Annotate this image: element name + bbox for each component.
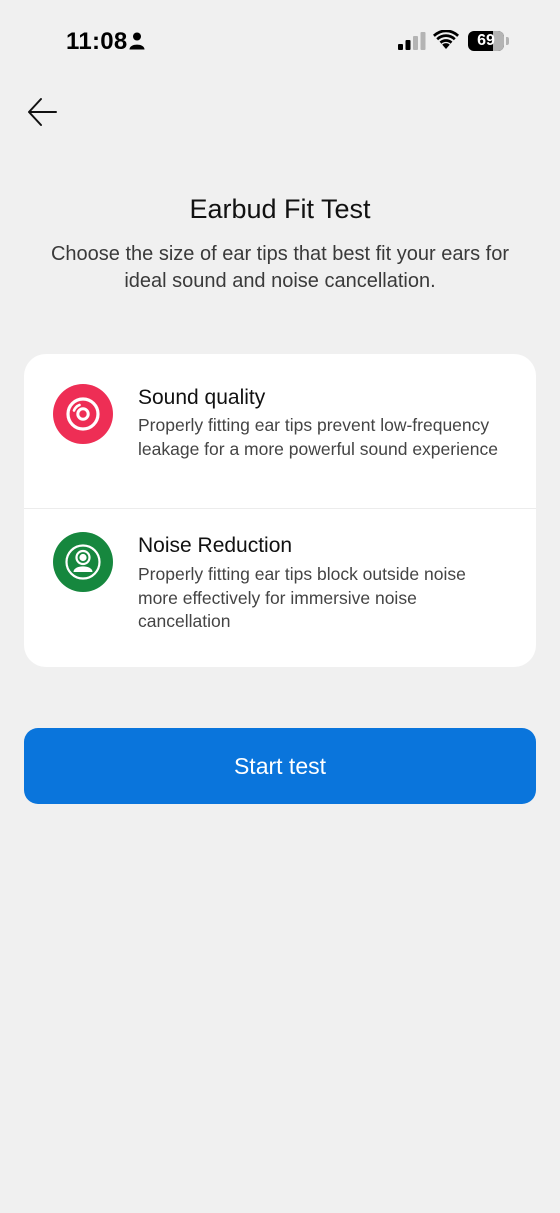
back-button[interactable] [22,92,62,132]
battery-body: 69 [468,31,504,51]
battery-cap [506,37,509,45]
battery-level: 69 [477,32,495,49]
signal-icon [398,32,426,50]
feature-sound-quality: Sound quality Properly fitting ear tips … [24,354,536,508]
status-bar: 11:08 69 [0,0,560,84]
page-title: Earbud Fit Test [189,194,371,224]
arrow-left-icon [28,98,57,126]
person-icon [129,32,145,50]
wifi-icon [433,30,459,49]
benefits-card: Sound quality Properly fitting ear tips … [24,354,536,667]
disc-icon [53,384,113,444]
feature-description: Properly fitting ear tips prevent low-fr… [138,415,498,459]
page-subtitle: Choose the size of ear tips that best fi… [50,243,509,292]
start-test-button[interactable]: Start test [24,728,536,804]
feature-title: Noise Reduction [138,534,293,557]
status-time: 11:08 [66,28,128,55]
battery-icon: 69 [468,31,510,51]
feature-noise-reduction: Noise Reduction Properly fitting ear tip… [24,509,536,667]
person-circle-icon [53,532,113,592]
feature-description: Properly fitting ear tips block outside … [138,564,466,631]
feature-title: Sound quality [138,386,266,409]
